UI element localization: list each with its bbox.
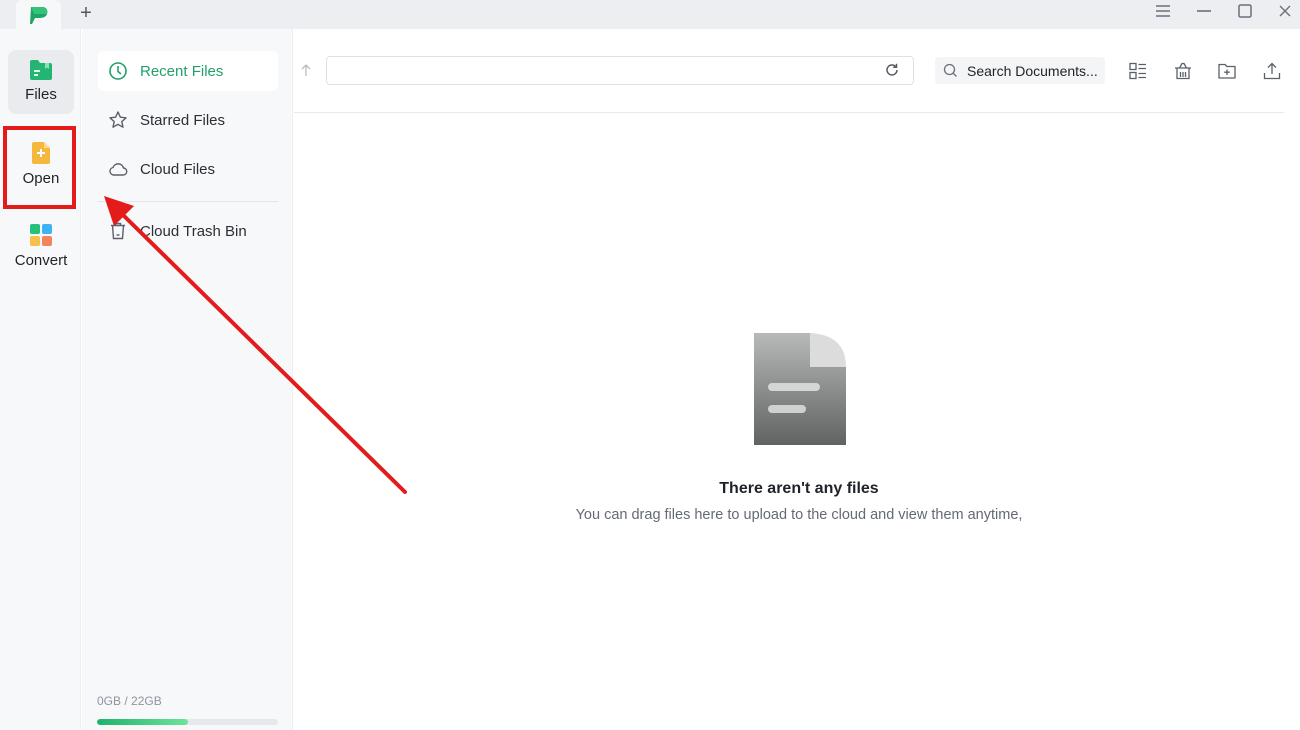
rail-item-convert[interactable]: Convert <box>8 214 74 278</box>
minimize-button[interactable] <box>1189 0 1219 22</box>
nav-item-cloud-trash-bin[interactable]: Cloud Trash Bin <box>98 211 278 251</box>
storage-usage-fill <box>97 719 188 725</box>
navigation-panel: Recent Files Starred Files Cloud Files C… <box>82 29 293 730</box>
app-tab[interactable] <box>16 0 61 29</box>
close-icon <box>1279 5 1291 17</box>
convert-icon <box>30 224 52 246</box>
hamburger-menu-icon <box>1156 5 1170 17</box>
go-up-button[interactable] <box>298 60 314 80</box>
maximize-button[interactable] <box>1230 0 1260 22</box>
folder-icon <box>30 60 52 80</box>
rail-item-files[interactable]: Files <box>8 50 74 114</box>
nav-item-label: Cloud Trash Bin <box>140 222 247 240</box>
trash-icon <box>108 221 128 241</box>
nav-item-label: Starred Files <box>140 111 226 129</box>
close-button[interactable] <box>1270 0 1300 22</box>
menu-button[interactable] <box>1148 0 1178 22</box>
trash-bin-button[interactable] <box>1171 59 1195 83</box>
storage-usage-text: 0GB / 22GB <box>97 694 162 708</box>
toolbar-divider <box>294 112 1284 113</box>
rail-item-label: Convert <box>14 252 68 269</box>
empty-state-subtitle: You can drag files here to upload to the… <box>575 507 1023 523</box>
storage-usage-bar <box>97 719 278 725</box>
search-placeholder: Search Documents... <box>967 62 1098 79</box>
nav-divider <box>98 201 278 202</box>
nav-item-label: Recent Files <box>140 62 224 80</box>
minimize-icon <box>1197 10 1211 12</box>
refresh-icon <box>886 63 898 76</box>
new-folder-button[interactable] <box>1215 59 1239 83</box>
upload-icon <box>1263 62 1281 80</box>
search-documents-input[interactable]: Search Documents... <box>935 57 1105 84</box>
nav-item-starred-files[interactable]: Starred Files <box>98 100 278 140</box>
nav-item-label: Cloud Files <box>140 160 216 178</box>
trash-bin-icon <box>1175 62 1191 80</box>
refresh-button[interactable] <box>883 61 901 79</box>
list-view-button[interactable] <box>1126 59 1150 83</box>
arrow-up-icon <box>301 64 311 76</box>
title-bar: + <box>0 0 1300 29</box>
empty-state-title: There aren't any files <box>719 480 879 497</box>
list-view-icon <box>1129 62 1146 80</box>
upload-button[interactable] <box>1260 59 1284 83</box>
maximize-icon <box>1238 4 1252 18</box>
clock-icon <box>108 61 128 81</box>
app-logo-icon <box>29 6 47 24</box>
cloud-icon <box>108 159 128 179</box>
path-input[interactable] <box>326 56 914 85</box>
nav-item-cloud-files[interactable]: Cloud Files <box>98 149 278 189</box>
main-content: Search Documents... There aren't any fil… <box>294 29 1300 730</box>
annotation-highlight-box <box>3 126 76 209</box>
empty-document-icon <box>754 333 846 445</box>
rail-item-label: Files <box>25 86 57 103</box>
new-folder-icon <box>1218 63 1236 79</box>
search-icon <box>943 63 959 79</box>
nav-item-recent-files[interactable]: Recent Files <box>98 51 278 91</box>
star-icon <box>108 110 128 130</box>
new-tab-button[interactable]: + <box>76 2 96 24</box>
